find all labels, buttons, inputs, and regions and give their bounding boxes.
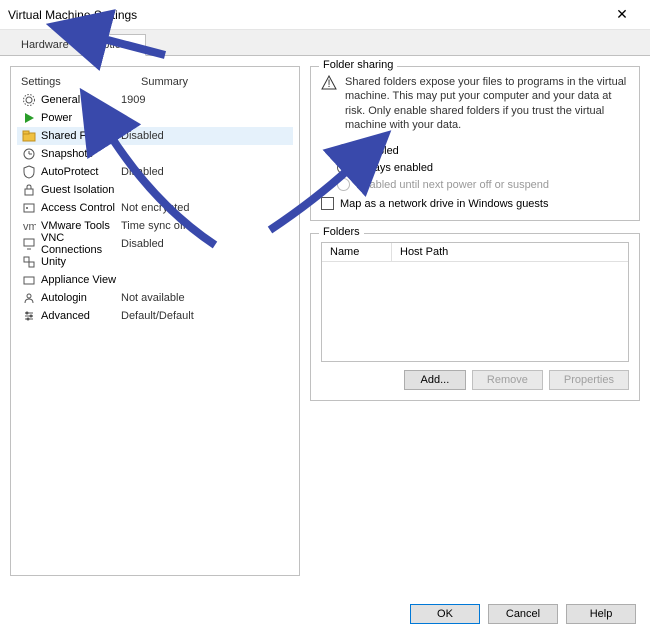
remove-button: Remove — [472, 370, 543, 390]
warning-text: Shared folders expose your files to prog… — [345, 75, 629, 132]
shield-icon — [21, 164, 37, 180]
properties-button: Properties — [549, 370, 629, 390]
cancel-button[interactable]: Cancel — [488, 604, 558, 624]
folders-group: Folders Name Host Path Add... Remove Pro… — [310, 233, 640, 401]
list-item[interactable]: Shared Folders Disabled — [17, 127, 293, 145]
list-item-label: Guest Isolation — [41, 184, 114, 196]
radio-icon — [337, 144, 350, 157]
list-item-label: Snapshots — [41, 148, 93, 160]
play-icon — [21, 110, 37, 126]
list-item-label: General — [41, 94, 80, 106]
folders-table[interactable]: Name Host Path — [321, 242, 629, 362]
list-item-summary: 1909 — [121, 94, 289, 106]
checkbox-map-drive[interactable]: Map as a network drive in Windows guests — [321, 193, 629, 210]
help-button[interactable]: Help — [566, 604, 636, 624]
header-settings: Settings — [21, 76, 141, 88]
list-item-label: Power — [41, 112, 72, 124]
tabs: Hardware Options — [0, 30, 650, 56]
titlebar: Virtual Machine Settings ✕ — [0, 0, 650, 30]
radio-always-label: Always enabled — [356, 162, 433, 174]
list-item-summary: Disabled — [121, 130, 289, 142]
folder-sharing-group: Folder sharing ! Shared folders expose y… — [310, 66, 640, 221]
list-item-label: VMware Tools — [41, 220, 110, 232]
radio-icon — [337, 178, 350, 191]
radio-disabled-label: Disabled — [356, 145, 399, 157]
close-button[interactable]: ✕ — [602, 6, 642, 23]
box-icon — [21, 272, 37, 288]
group-title-sharing: Folder sharing — [319, 59, 397, 71]
add-button[interactable]: Add... — [404, 370, 466, 390]
list-item[interactable]: AutoProtect Disabled — [17, 163, 293, 181]
list-item-summary: Default/Default — [121, 310, 289, 322]
checkbox-icon — [321, 197, 334, 210]
list-item-summary: Disabled — [121, 238, 289, 250]
list-item-label: VNC Connections — [41, 232, 121, 256]
tab-options[interactable]: Options — [82, 34, 146, 56]
list-item[interactable]: Snapshots — [17, 145, 293, 163]
settings-list: Settings Summary General 1909 Power Shared … — [10, 66, 300, 576]
list-item-summary: Not available — [121, 292, 289, 304]
list-item-label: Appliance View — [41, 274, 116, 286]
list-item[interactable]: Advanced Default/Default — [17, 307, 293, 325]
ok-button[interactable]: OK — [410, 604, 480, 624]
radio-always-enabled[interactable]: Always enabled — [321, 159, 629, 176]
list-item-label: Autologin — [41, 292, 87, 304]
radio-until-label: Enabled until next power off or suspend — [356, 179, 549, 191]
gear-icon — [21, 92, 37, 108]
list-item-label: Shared Folders — [41, 130, 116, 142]
header-summary: Summary — [141, 76, 188, 88]
radio-disabled[interactable]: Disabled — [321, 142, 629, 159]
user-icon — [21, 290, 37, 306]
checkbox-map-label: Map as a network drive in Windows guests — [340, 198, 548, 210]
radio-until-poweroff: Enabled until next power off or suspend — [321, 176, 629, 193]
list-item-label: Unity — [41, 256, 66, 268]
list-item[interactable]: Power — [17, 109, 293, 127]
list-item[interactable]: VNC ConnectionsDisabled — [17, 235, 293, 253]
list-item[interactable]: Autologin Not available — [17, 289, 293, 307]
unity-icon — [21, 254, 37, 270]
monitor-icon — [21, 236, 37, 252]
list-item[interactable]: Guest Isolation — [17, 181, 293, 199]
radio-icon — [337, 161, 350, 174]
tab-hardware[interactable]: Hardware — [8, 34, 82, 55]
folders-col-hostpath: Host Path — [392, 243, 628, 261]
list-item-label: Access Control — [41, 202, 115, 214]
clock-icon — [21, 146, 37, 162]
list-item[interactable]: Unity — [17, 253, 293, 271]
folder-icon — [21, 128, 37, 144]
dialog-buttons: OK Cancel Help — [410, 604, 636, 624]
list-item[interactable]: General 1909 — [17, 91, 293, 109]
list-item[interactable]: Access Control Not encrypted — [17, 199, 293, 217]
list-item[interactable]: Appliance View — [17, 271, 293, 289]
lock-icon — [21, 182, 37, 198]
list-item-summary: Time sync off — [121, 220, 289, 232]
folders-col-name: Name — [322, 243, 392, 261]
list-item-summary: Not encrypted — [121, 202, 289, 214]
warning-icon: ! — [321, 75, 337, 132]
key-icon — [21, 200, 37, 216]
window-title: Virtual Machine Settings — [8, 8, 602, 22]
list-header: Settings Summary — [17, 73, 293, 91]
svg-text:!: ! — [327, 78, 330, 90]
group-title-folders: Folders — [319, 226, 364, 238]
list-item-label: Advanced — [41, 310, 90, 322]
list-item-summary: Disabled — [121, 166, 289, 178]
advanced-icon — [21, 308, 37, 324]
list-item-label: AutoProtect — [41, 166, 98, 178]
